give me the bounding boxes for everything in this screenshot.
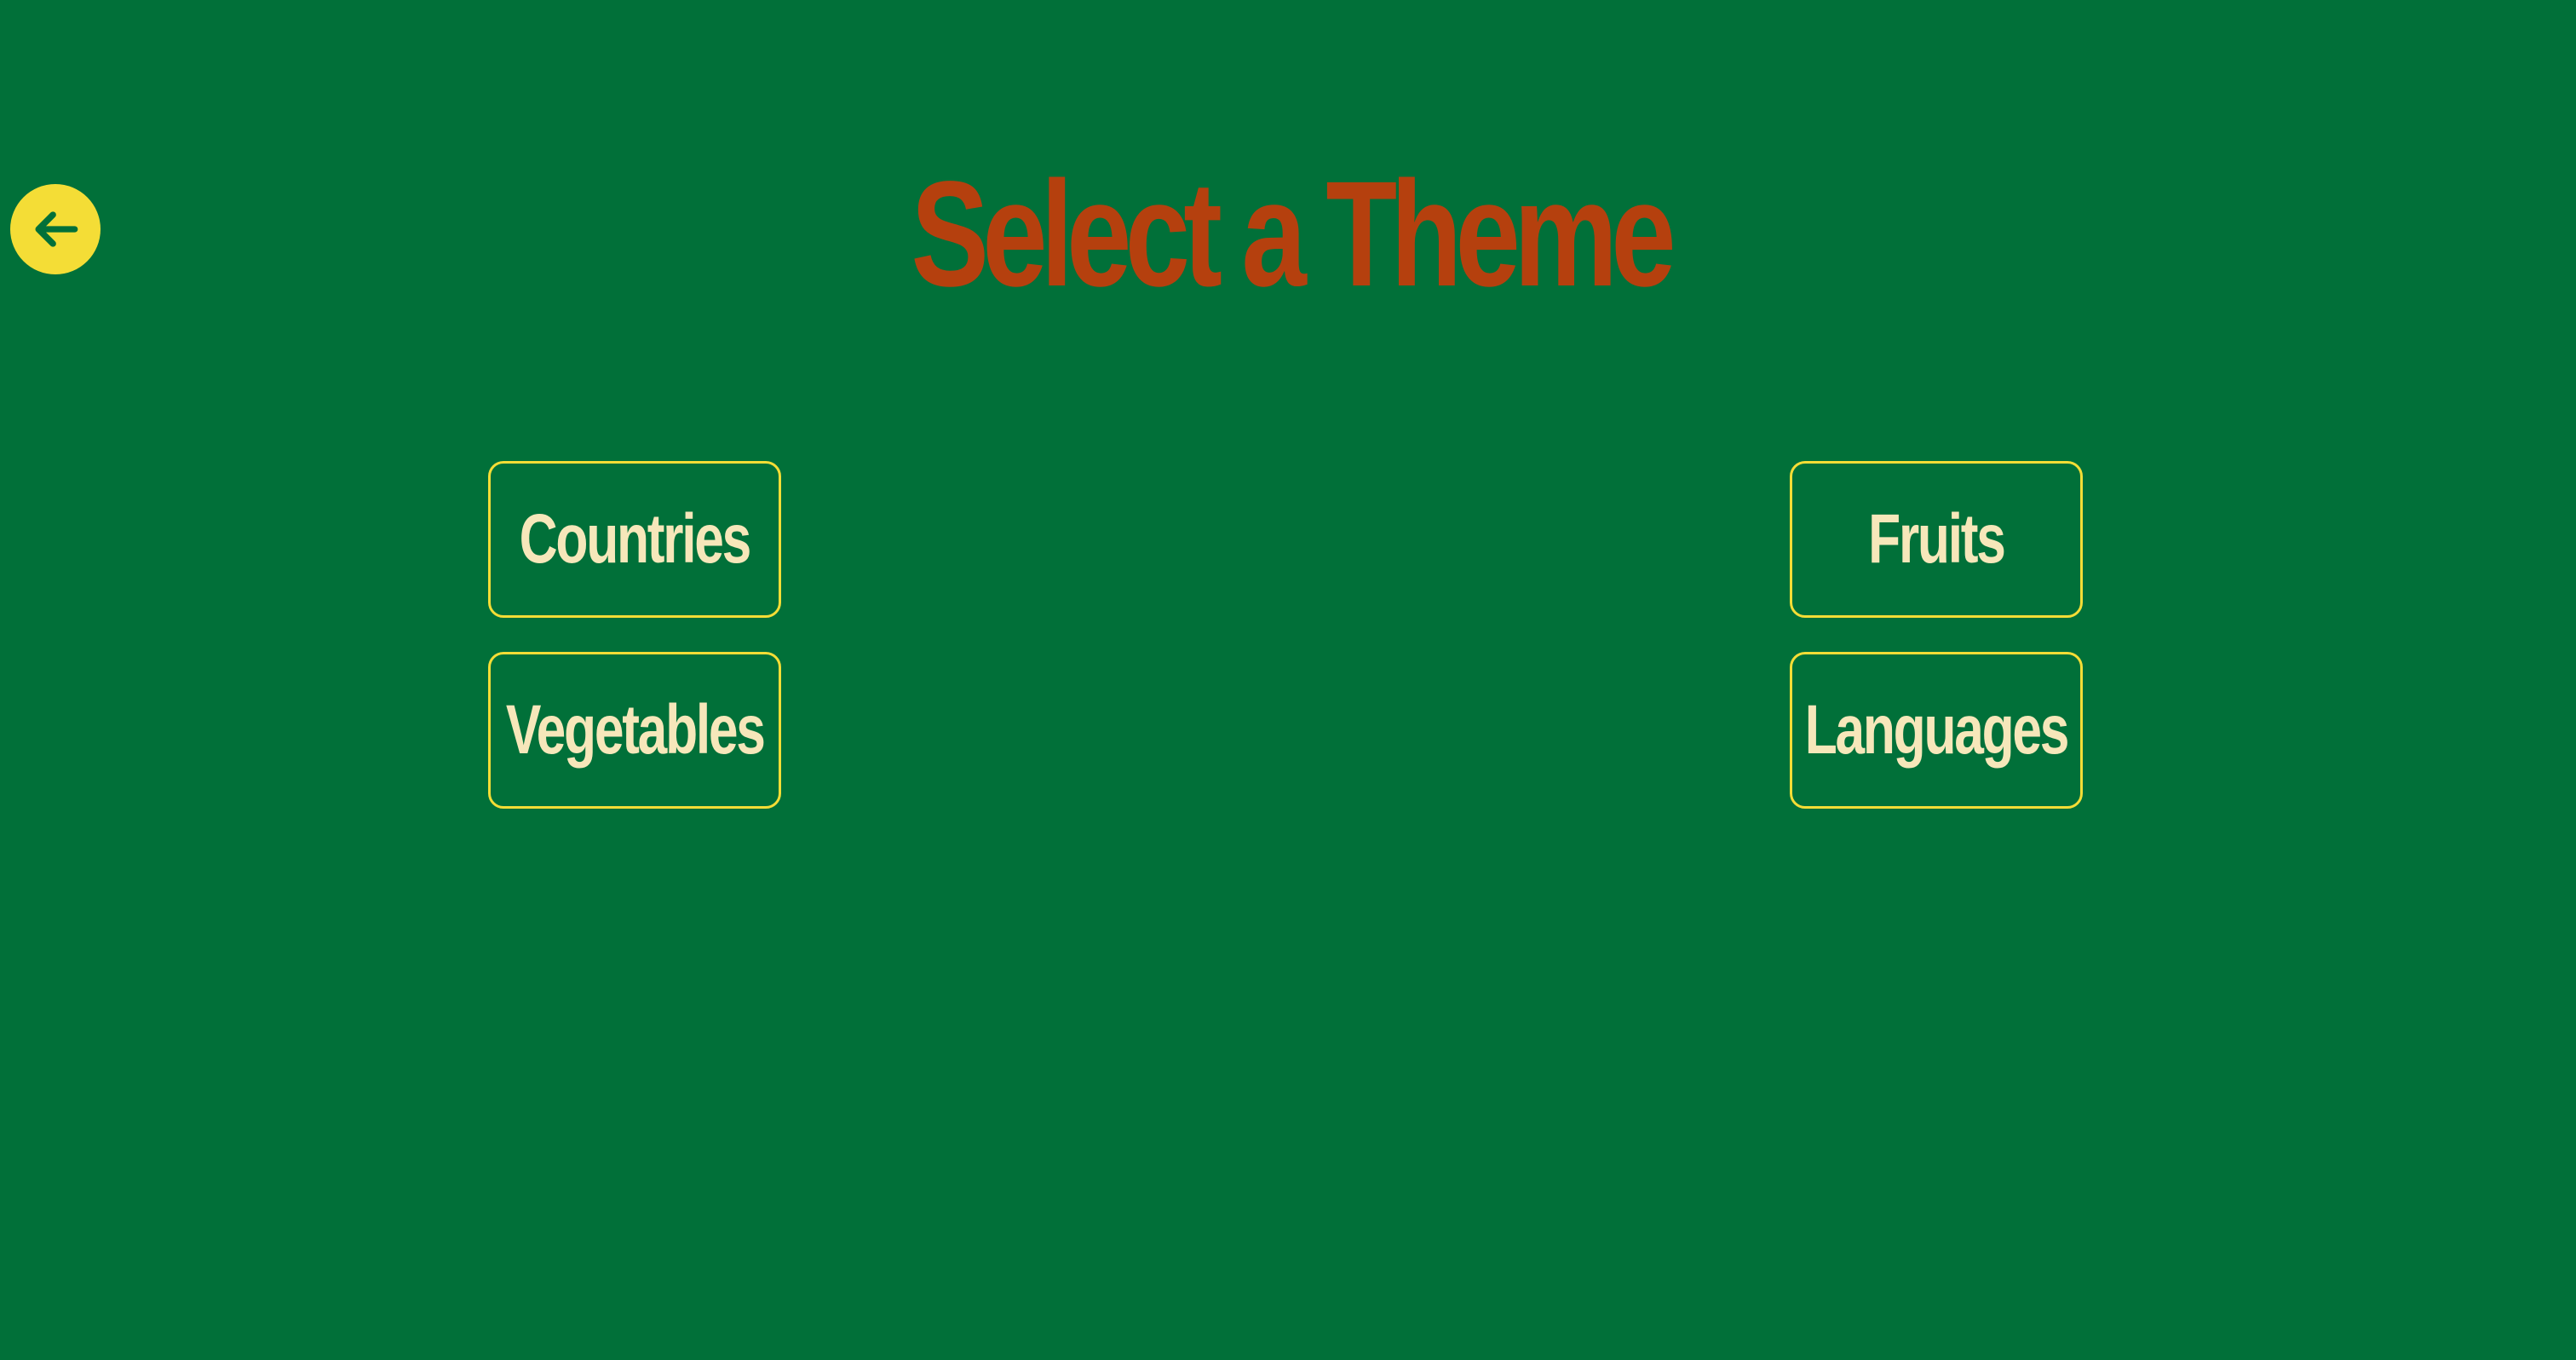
- arrow-left-icon: [35, 211, 78, 247]
- theme-button-fruits[interactable]: Fruits: [1790, 461, 2083, 618]
- theme-button-countries[interactable]: Countries: [488, 461, 781, 618]
- theme-button-label: Fruits: [1868, 500, 2006, 578]
- theme-button-label: Vegetables: [505, 691, 766, 769]
- back-button[interactable]: [10, 184, 101, 274]
- theme-button-label: Countries: [519, 500, 752, 578]
- theme-button-vegetables[interactable]: Vegetables: [488, 652, 781, 809]
- theme-button-languages[interactable]: Languages: [1790, 652, 2083, 809]
- page-title: Select a Theme: [911, 151, 1676, 318]
- theme-button-label: Languages: [1804, 691, 2070, 769]
